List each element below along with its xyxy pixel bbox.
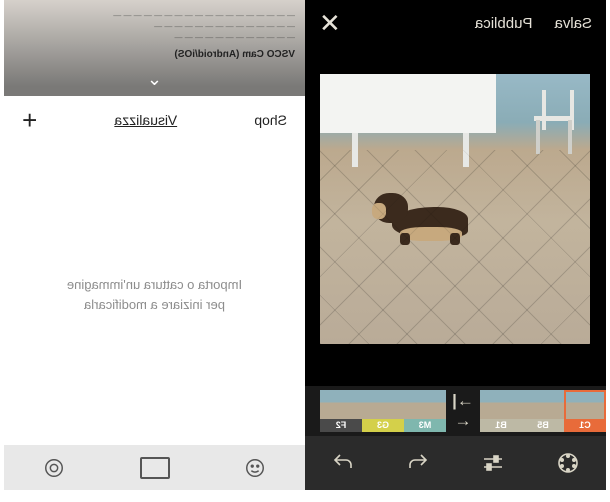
filters-dial-icon[interactable] — [551, 446, 585, 480]
chevron-down-icon[interactable]: ⌄ — [147, 69, 162, 90]
add-button[interactable]: + — [22, 105, 37, 136]
redo-icon[interactable] — [326, 446, 360, 480]
filter-thumb-C1[interactable]: C1 — [564, 390, 606, 432]
undo-icon[interactable] — [401, 446, 435, 480]
smile-icon[interactable] — [240, 453, 270, 483]
gallery-rect-icon[interactable] — [140, 453, 170, 483]
photo-preview[interactable] — [321, 74, 591, 344]
tab-shop[interactable]: Shop — [254, 112, 287, 128]
gallery-tabs: Shop Visualizza + — [4, 96, 305, 144]
filter-strip[interactable]: C1B5B1→|←M3G3F2 — [305, 386, 606, 436]
editor-topbar: Salva Pubblica ✕ — [305, 0, 606, 46]
editor-bottom-bar — [305, 436, 606, 490]
filter-divider-icon[interactable]: →|← — [446, 391, 480, 431]
camera-preview[interactable]: — — — — — — — — — — — — — — — — — — — — … — [4, 0, 305, 96]
adjust-sliders-icon[interactable] — [476, 446, 510, 480]
tab-view[interactable]: Visualizza — [114, 112, 177, 128]
save-button[interactable]: Salva — [554, 15, 592, 32]
gallery-bottom-bar — [4, 445, 305, 490]
close-button[interactable]: ✕ — [319, 8, 341, 39]
filter-thumb-G3[interactable]: G3 — [362, 390, 404, 432]
publish-button[interactable]: Pubblica — [475, 15, 533, 32]
editor-screen: Salva Pubblica ✕ C1B5B1→|←M3G3F2 — [305, 0, 606, 490]
empty-line-1: Importa o cattura un'immagine — [67, 275, 242, 295]
gallery-screen: — — — — — — — — — — — — — — — — — — — — … — [4, 0, 305, 490]
camera-circle-icon[interactable] — [39, 453, 69, 483]
filter-thumb-B5[interactable]: B5 — [522, 390, 564, 432]
filter-thumb-M3[interactable]: M3 — [404, 390, 446, 432]
empty-state: Importa o cattura un'immagine per inizia… — [4, 144, 305, 445]
empty-line-2: per iniziare a modificarla — [67, 295, 242, 315]
image-preview-area — [305, 46, 606, 386]
preview-text: — — — — — — — — — — — — — — — — — — — — … — [14, 10, 295, 60]
filter-thumb-F2[interactable]: F2 — [320, 390, 362, 432]
filter-thumb-B1[interactable]: B1 — [480, 390, 522, 432]
